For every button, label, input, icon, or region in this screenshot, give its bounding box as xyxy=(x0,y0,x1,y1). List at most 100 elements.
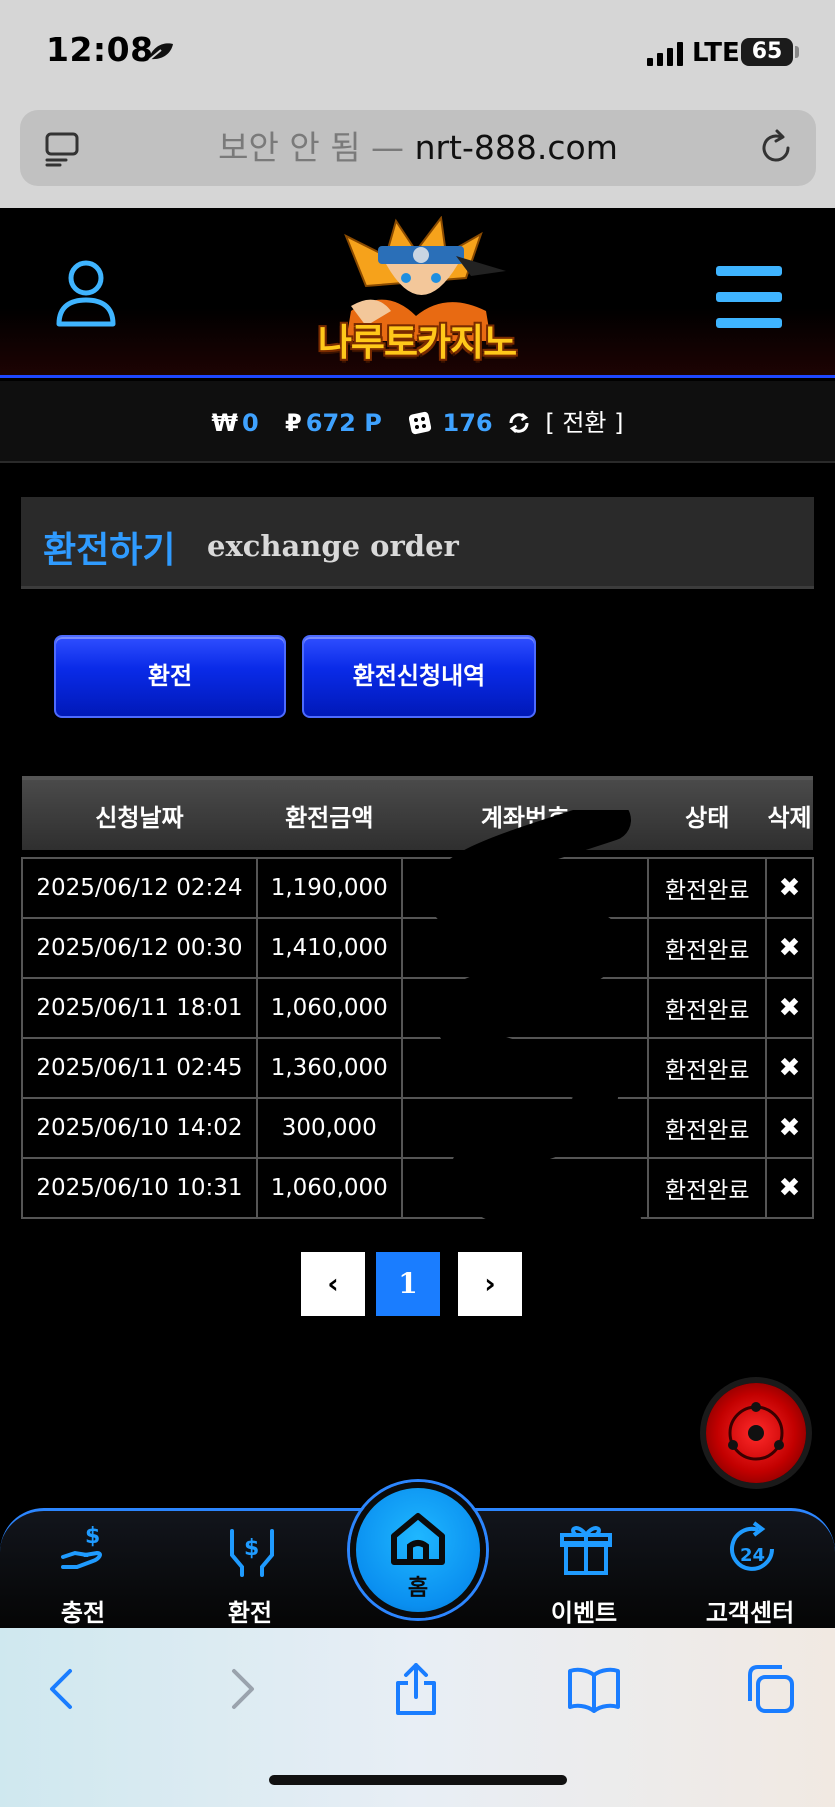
next-page-button[interactable]: › xyxy=(458,1252,522,1316)
table-header-row: 신청날짜 환전금액 계좌번호 상태 삭제 xyxy=(22,776,813,850)
row-status: 환전완료 xyxy=(647,1037,768,1099)
table-row: 2025/06/10 10:31 1,060,000 환전완료 ✖ xyxy=(21,1157,814,1219)
delete-button[interactable]: ✖ xyxy=(765,857,814,919)
delete-button[interactable]: ✖ xyxy=(765,1097,814,1159)
forward-icon[interactable] xyxy=(216,1663,268,1715)
prev-page-button[interactable]: ‹ xyxy=(301,1252,365,1316)
row-status: 환전완료 xyxy=(647,1097,768,1159)
delete-button[interactable]: ✖ xyxy=(765,1037,814,1099)
header-date: 신청날짜 xyxy=(22,776,257,850)
delete-button[interactable]: ✖ xyxy=(765,1157,814,1219)
browser-chrome: 12:08 LTE 65 보안 안 됨 — nrt-888.com xyxy=(0,0,835,208)
table-row: 2025/06/12 02:24 1,190,000 환전완료 ✖ xyxy=(21,857,814,919)
redaction-mark xyxy=(426,863,640,913)
share-icon[interactable] xyxy=(390,1663,442,1715)
nav-home-label: 홈 xyxy=(407,1576,429,1601)
table-row: 2025/06/12 00:30 1,410,000 환전완료 ✖ xyxy=(21,917,814,979)
site-logo[interactable]: 나루토카지노 xyxy=(306,215,528,376)
nav-charge[interactable]: $ 충전 xyxy=(13,1511,153,1631)
bookmarks-icon[interactable] xyxy=(568,1663,620,1715)
exchange-button[interactable]: 환전 xyxy=(54,635,286,718)
point-icon: ₽ xyxy=(285,409,302,437)
row-account-redacted xyxy=(400,917,650,979)
row-status: 환전완료 xyxy=(647,857,768,919)
row-date: 2025/06/10 10:31 xyxy=(21,1157,258,1219)
page-title-korean: 환전하기 xyxy=(43,530,176,571)
nav-home-button[interactable]: 홈 xyxy=(350,1482,486,1618)
balance-bar: ₩0 ₽672 P 176 [ 전환 ] xyxy=(0,381,835,463)
close-icon: ✖ xyxy=(778,993,801,1023)
signal-icon xyxy=(647,42,683,66)
nav-exchange[interactable]: $ 환전 xyxy=(180,1511,320,1631)
row-amount: 1,360,000 xyxy=(255,1037,403,1099)
point-balance: 672 P xyxy=(305,409,382,437)
nav-event[interactable]: 이벤트 xyxy=(514,1511,654,1631)
row-status: 환전완료 xyxy=(647,1157,768,1219)
row-amount: 1,060,000 xyxy=(255,1157,403,1219)
gift-icon xyxy=(560,1526,612,1575)
deposit-hand-icon: $ xyxy=(61,1524,102,1569)
nav-charge-label: 충전 xyxy=(60,1599,106,1627)
current-page[interactable]: 1 xyxy=(376,1252,440,1316)
redaction-mark xyxy=(426,1043,640,1093)
redaction-mark xyxy=(426,1103,640,1153)
row-amount: 1,410,000 xyxy=(255,917,403,979)
tabs-icon[interactable] xyxy=(744,1663,796,1715)
delete-button[interactable]: ✖ xyxy=(765,977,814,1039)
convert-button[interactable]: [ 전환 ] xyxy=(545,409,623,437)
table-row: 2025/06/11 02:45 1,360,000 환전완료 ✖ xyxy=(21,1037,814,1099)
back-icon[interactable] xyxy=(36,1663,88,1715)
header-status: 상태 xyxy=(648,776,767,850)
row-account-redacted xyxy=(400,1157,650,1219)
address-bar[interactable]: 보안 안 됨 — nrt-888.com xyxy=(20,110,816,186)
hamburger-menu-icon[interactable] xyxy=(716,266,782,328)
insecure-label: 보안 안 됨 — xyxy=(218,128,405,167)
url-text[interactable]: 보안 안 됨 — nrt-888.com xyxy=(20,128,816,168)
url-domain: nrt-888.com xyxy=(414,128,618,167)
row-status: 환전완료 xyxy=(647,977,768,1039)
user-icon[interactable] xyxy=(55,258,117,328)
logo-text: 나루토카지노 xyxy=(317,321,517,364)
table-row: 2025/06/11 18:01 1,060,000 환전완료 ✖ xyxy=(21,977,814,1039)
focus-mode-icon xyxy=(148,43,173,61)
row-status: 환전완료 xyxy=(647,917,768,979)
sharingan-icon xyxy=(728,1402,784,1461)
header-amount: 환전금액 xyxy=(256,776,402,850)
svg-text:24: 24 xyxy=(740,1545,765,1566)
delete-button[interactable]: ✖ xyxy=(765,917,814,979)
page-title-english: exchange order xyxy=(207,529,459,563)
header-account: 계좌번호 xyxy=(401,776,649,850)
close-icon: ✖ xyxy=(778,933,801,963)
home-icon xyxy=(391,1513,445,1565)
status-time: 12:08 xyxy=(46,30,154,69)
won-balance: 0 xyxy=(241,409,259,437)
exchange-hands-icon: $ xyxy=(230,1529,274,1577)
exchange-history-button[interactable]: 환전신청내역 xyxy=(302,635,536,718)
support-24h-icon: 24 xyxy=(730,1521,774,1571)
nav-event-label: 이벤트 xyxy=(550,1599,618,1627)
reload-icon[interactable] xyxy=(756,128,796,168)
battery-cap xyxy=(795,46,799,58)
row-account-redacted xyxy=(400,857,650,919)
network-type: LTE xyxy=(692,38,740,68)
close-icon: ✖ xyxy=(778,1053,801,1083)
refresh-icon[interactable] xyxy=(507,411,531,435)
sharingan-chat-button[interactable] xyxy=(706,1383,806,1483)
row-amount: 1,190,000 xyxy=(255,857,403,919)
close-icon: ✖ xyxy=(778,1173,801,1203)
row-date: 2025/06/11 02:45 xyxy=(21,1037,258,1099)
row-date: 2025/06/12 00:30 xyxy=(21,917,258,979)
row-date: 2025/06/11 18:01 xyxy=(21,977,258,1039)
nav-support-label: 고객센터 xyxy=(705,1599,795,1627)
table-spacer xyxy=(22,850,813,858)
status-bar: 12:08 LTE 65 xyxy=(0,0,835,105)
exchange-history-table: 신청날짜 환전금액 계좌번호 상태 삭제 2025/06/12 02:24 1,… xyxy=(21,776,814,1219)
header-delete: 삭제 xyxy=(766,776,813,850)
battery-icon: 65 xyxy=(741,38,793,66)
row-account-redacted xyxy=(400,1037,650,1099)
nav-support[interactable]: 24 고객센터 xyxy=(680,1511,820,1631)
redaction-mark xyxy=(426,1163,640,1213)
row-date: 2025/06/12 02:24 xyxy=(21,857,258,919)
svg-text:$: $ xyxy=(85,1524,100,1549)
row-account-redacted xyxy=(400,1097,650,1159)
